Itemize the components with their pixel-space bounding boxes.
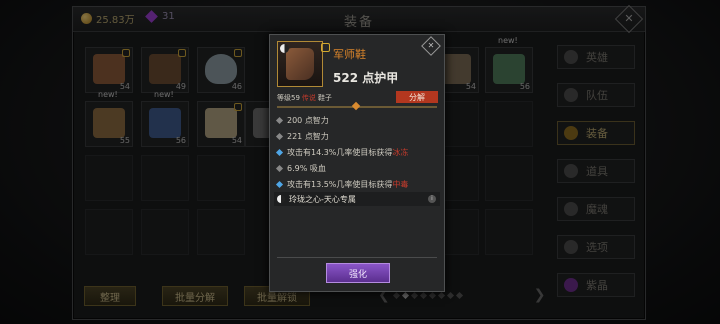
yin-yang-icon — [277, 195, 285, 203]
special-bullet-icon — [275, 148, 284, 157]
item-detail-popup: 军师鞋 522 点护甲 ✕ 等级59 传说 鞋子 分解 200 点智力 221 … — [269, 34, 445, 292]
stat-effect: 中毒 — [392, 180, 409, 189]
decompose-button[interactable]: 分解 — [396, 91, 438, 103]
boots-icon — [286, 48, 314, 80]
stat-text: 攻击有14.3%几率使目标获得 — [287, 148, 393, 157]
stat-line: 攻击有13.5%几率使目标获得 中毒 — [275, 179, 409, 190]
set-name: 玲珑之心-天心专属 — [289, 194, 356, 204]
item-portrait — [277, 41, 323, 87]
item-name: 军师鞋 — [333, 48, 366, 61]
divider — [277, 101, 437, 111]
lock-icon[interactable] — [321, 43, 330, 52]
set-bonus-row[interactable]: 玲珑之心-天心专属 i — [274, 192, 440, 206]
stat-line: 6.9% 吸血 — [275, 163, 326, 174]
stat-line: 200 点智力 — [275, 115, 329, 126]
info-icon[interactable]: i — [428, 195, 436, 203]
yin-yang-icon — [280, 44, 289, 53]
stat-text: 200 点智力 — [287, 116, 329, 125]
popup-close-icon[interactable]: ✕ — [421, 36, 441, 56]
item-slot: 鞋子 — [317, 94, 332, 102]
bullet-icon — [275, 116, 284, 125]
stat-text: 221 点智力 — [287, 132, 329, 141]
item-armor: 522 点护甲 — [333, 71, 399, 85]
stat-effect: 冰冻 — [392, 148, 409, 157]
special-bullet-icon — [275, 180, 284, 189]
stat-line: 攻击有14.3%几率使目标获得 冰冻 — [275, 147, 409, 158]
enhance-button[interactable]: 强化 — [326, 263, 390, 283]
stat-line: 221 点智力 — [275, 131, 329, 142]
bullet-icon — [275, 164, 284, 173]
divider — [277, 257, 437, 258]
divider-gem-icon — [351, 101, 361, 111]
item-quality: 传说 — [301, 94, 316, 102]
item-level-label: 等级59 — [277, 94, 300, 102]
stat-text: 6.9% 吸血 — [287, 164, 326, 173]
item-meta: 等级59 传说 鞋子 — [277, 93, 332, 103]
bullet-icon — [275, 132, 284, 141]
stat-text: 攻击有13.5%几率使目标获得 — [287, 180, 393, 189]
